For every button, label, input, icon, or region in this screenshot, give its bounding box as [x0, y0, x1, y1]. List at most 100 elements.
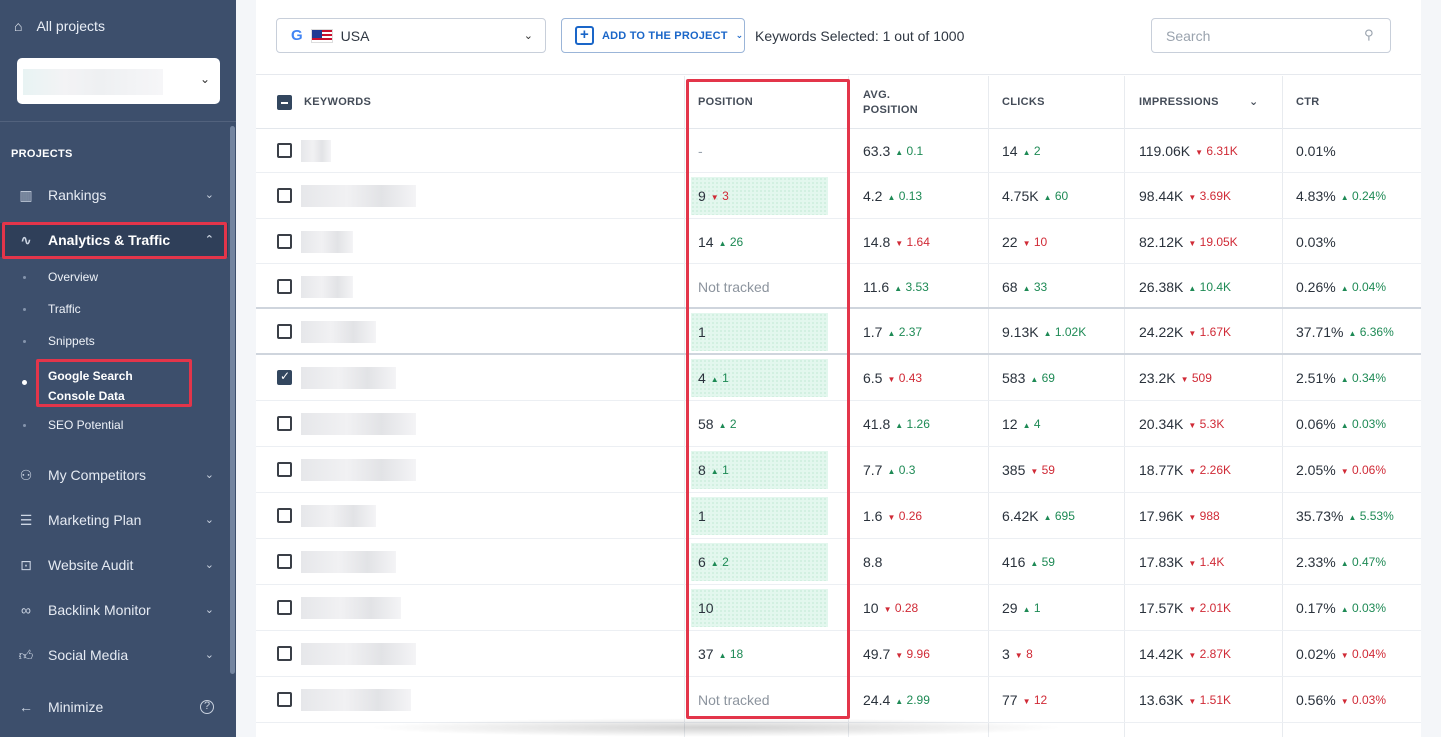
row-checkbox[interactable]: [277, 646, 292, 661]
minimize-button[interactable]: ← Minimize ?: [0, 690, 228, 724]
sidebar: ⌂ All projects ⌄ PROJECTS ▥ Rankings ⌄ ∿…: [0, 0, 236, 737]
keyword-blurred[interactable]: [301, 140, 331, 162]
row-checkbox[interactable]: [277, 416, 292, 431]
down-delta: ▼ 0.26: [887, 509, 923, 523]
chevron-down-icon: ⌄: [204, 189, 214, 201]
arrow-up-icon: ▲: [1043, 193, 1052, 202]
sidebar-subitem-seo-potential[interactable]: SEO Potential: [48, 418, 123, 432]
project-select[interactable]: ⌄: [17, 58, 220, 104]
table-row[interactable]: 58 ▲ 2 41.8 ▲ 1.26 12 ▲ 4 20.34K ▼ 5.3K 0.06% ▲ 0…: [256, 401, 1421, 447]
header-avg-position[interactable]: AVG. POSITION: [863, 76, 933, 129]
table-row[interactable]: 37 ▲ 18 49.7 ▼ 9.96 3 ▼ 8 14.42K ▼ 2.87K 0.02% ▼ …: [256, 631, 1421, 677]
chevron-down-icon: ⌄: [204, 514, 214, 526]
sidebar-item-website-audit[interactable]: ⊡ Website Audit ⌄: [0, 548, 228, 582]
row-checkbox[interactable]: [277, 188, 292, 203]
arrow-up-icon: ▲: [1030, 559, 1039, 568]
table-row[interactable]: 14 ▲ 26 14.8 ▼ 1.64 22 ▼ 10 82.12K ▼ 19.05K 0.03…: [256, 219, 1421, 264]
arrow-up-icon: ▲: [1022, 148, 1031, 157]
row-checkbox[interactable]: [277, 143, 292, 158]
row-checkbox[interactable]: [277, 369, 292, 385]
row-checkbox[interactable]: [277, 692, 292, 707]
position-cell: 14 ▲ 26: [698, 233, 744, 250]
sidebar-subitem-overview[interactable]: Overview: [48, 270, 98, 284]
header-position[interactable]: POSITION: [698, 76, 753, 129]
up-delta: ▲ 0.13: [887, 189, 923, 203]
keyword-blurred[interactable]: [301, 231, 353, 253]
down-delta: ▼ 59: [1030, 463, 1055, 477]
help-icon[interactable]: ?: [200, 700, 214, 714]
arrow-up-icon: ▲: [710, 375, 719, 384]
table-row[interactable]: 8 ▲ 1 7.7 ▲ 0.3 385 ▼ 59 18.77K ▼ 2.26K 2.05% ▼ 0…: [256, 447, 1421, 493]
sidebar-scrollbar[interactable]: [230, 126, 235, 674]
keyword-blurred[interactable]: [301, 597, 401, 619]
keyword-blurred[interactable]: [301, 505, 376, 527]
keyword-blurred[interactable]: [301, 367, 396, 389]
sidebar-item-marketing-plan[interactable]: ☰ Marketing Plan ⌄: [0, 503, 228, 537]
country-dropdown[interactable]: G USA ⌄: [276, 18, 546, 53]
select-all-checkbox[interactable]: [277, 95, 292, 110]
up-delta: ▲ 0.1: [895, 144, 924, 158]
thumbs-up-icon: 👍︎: [18, 646, 34, 663]
position-cell: 8 ▲ 1: [698, 462, 729, 478]
up-delta: ▲ 0.3: [887, 463, 916, 477]
keyword-blurred[interactable]: [301, 413, 416, 435]
keyword-blurred[interactable]: [301, 276, 353, 298]
all-projects-link[interactable]: ⌂ All projects: [14, 18, 105, 34]
header-keywords[interactable]: KEYWORDS: [304, 76, 371, 129]
table-row[interactable]: 9 ▼ 3 4.2 ▲ 0.13 4.75K ▲ 60 98.44K ▼ 3.69K 4.83%…: [256, 173, 1421, 219]
table-row[interactable]: Not tracked 24.4 ▲ 2.99 77 ▼ 12 13.63K ▼ 1.51K…: [256, 677, 1421, 723]
sidebar-subitem-gsc-data[interactable]: Google Search Console Data: [48, 366, 183, 406]
sort-chevron-icon[interactable]: ⌄: [1249, 76, 1259, 129]
keyword-blurred[interactable]: [301, 643, 416, 665]
keyword-blurred[interactable]: [301, 689, 411, 711]
position-cell: Not tracked: [698, 692, 770, 708]
sidebar-subitem-snippets[interactable]: Snippets: [48, 334, 95, 348]
sidebar-item-social-media[interactable]: 👍︎ Social Media ⌄: [0, 638, 228, 672]
sidebar-item-rankings[interactable]: ▥ Rankings ⌄: [0, 178, 228, 212]
sidebar-item-analytics-traffic[interactable]: ∿ Analytics & Traffic ⌃: [0, 223, 228, 257]
ctr-cell: 4.83% ▲ 0.24%: [1296, 188, 1386, 204]
search-input[interactable]: [1151, 18, 1391, 53]
down-delta: ▼ 0.03%: [1340, 693, 1386, 707]
table-row[interactable]: 6 ▲ 2 8.8 416 ▲ 59 17.83K ▼ 1.4K 2.33% ▲ 0.47%: [256, 539, 1421, 585]
keyword-blurred[interactable]: [301, 185, 416, 207]
bullet-icon: [23, 308, 26, 311]
sidebar-item-my-competitors[interactable]: ⚇ My Competitors ⌄: [0, 458, 228, 492]
impressions-cell: 18.77K ▼ 2.26K: [1139, 462, 1231, 478]
keyword-blurred[interactable]: [301, 321, 376, 343]
impressions-cell: 17.57K ▼ 2.01K: [1139, 600, 1231, 616]
row-checkbox[interactable]: [277, 554, 292, 569]
row-checkbox[interactable]: [277, 600, 292, 615]
row-checkbox[interactable]: [277, 462, 292, 477]
sidebar-subitem-traffic[interactable]: Traffic: [48, 302, 81, 316]
header-ctr[interactable]: CTR: [1296, 76, 1320, 129]
keyword-blurred[interactable]: [301, 551, 396, 573]
row-checkbox[interactable]: [277, 234, 292, 249]
header-clicks[interactable]: CLICKS: [1002, 76, 1045, 129]
table-row[interactable]: 4▲ 1 6.5▼ 0.43 583▲ 69 23.2K▼ 509 2.51%▲ 0.3…: [256, 355, 1421, 401]
arrow-down-icon: ▼: [1340, 697, 1349, 706]
arrow-down-icon: ▼: [1188, 329, 1197, 338]
sidebar-item-backlink-monitor[interactable]: ∞ Backlink Monitor ⌄: [0, 593, 228, 627]
header-impressions[interactable]: IMPRESSIONS: [1139, 76, 1219, 129]
table-row[interactable]: Not tracked 11.6 ▲ 3.53 68 ▲ 33 26.38K ▲ 10.4K…: [256, 264, 1421, 309]
row-checkbox[interactable]: [277, 279, 292, 294]
table-row[interactable]: 1 1.7 ▲ 2.37 9.13K ▲ 1.02K 24.22K ▼ 1.67K 37.71…: [256, 309, 1421, 355]
keyword-blurred[interactable]: [301, 459, 416, 481]
arrow-down-icon: ▼: [1014, 651, 1023, 660]
avg-position-cell: 1.7 ▲ 2.37: [863, 324, 923, 340]
row-checkbox[interactable]: [277, 324, 292, 339]
clicks-cell: 416 ▲ 59: [1002, 554, 1055, 570]
arrow-up-icon: ▲: [1340, 605, 1349, 614]
project-name-blurred: [23, 69, 163, 95]
table-row[interactable]: 1 1.6 ▼ 0.26 6.42K ▲ 695 17.96K ▼ 988 35.73% ▲ 5…: [256, 493, 1421, 539]
table-row[interactable]: - 63.3 ▲ 0.1 14 ▲ 2 119.06K ▼ 6.31K 0.01%: [256, 129, 1421, 173]
arrow-up-icon: ▲: [1043, 329, 1052, 338]
up-delta: ▲ 695: [1043, 509, 1075, 523]
ctr-cell: 0.17% ▲ 0.03%: [1296, 600, 1386, 616]
home-icon: ⌂: [14, 18, 23, 34]
row-checkbox[interactable]: [277, 508, 292, 523]
table-row[interactable]: 10 10 ▼ 0.28 29 ▲ 1 17.57K ▼ 2.01K 0.17% ▲ 0.03%: [256, 585, 1421, 631]
arrow-up-icon: ▲: [1340, 193, 1349, 202]
add-to-project-button[interactable]: + ADD TO THE PROJECT ⌄: [561, 18, 745, 53]
